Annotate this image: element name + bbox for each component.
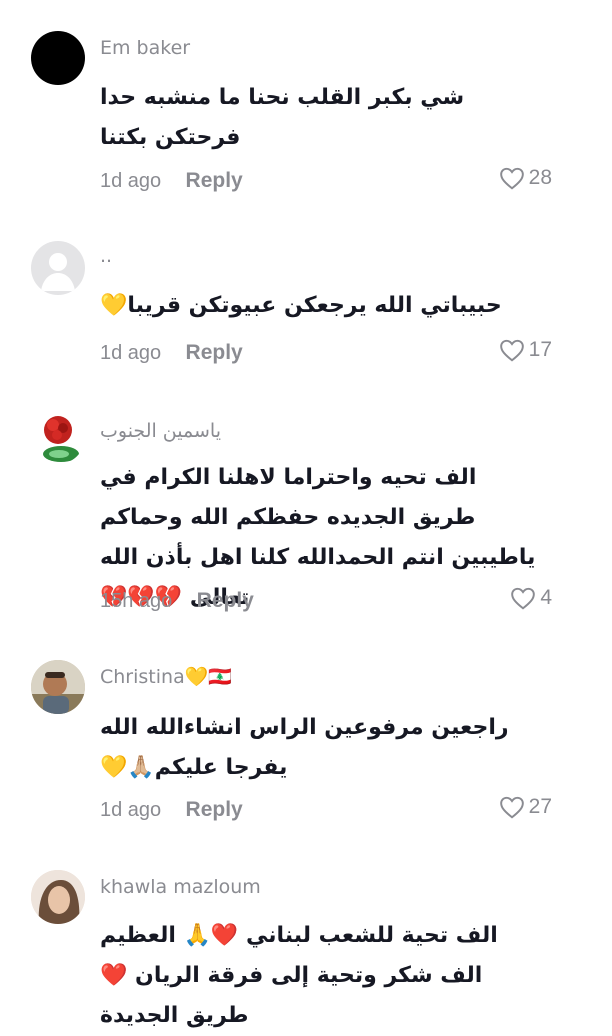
comment-time: 1d ago <box>100 342 162 364</box>
reply-button[interactable]: Reply <box>186 169 243 192</box>
like-count: 4 <box>540 586 552 609</box>
profile-photo-icon <box>31 870 85 924</box>
like-button[interactable]: 28 <box>499 166 552 190</box>
avatar[interactable] <box>31 31 85 85</box>
avatar[interactable] <box>31 241 85 295</box>
default-avatar-icon <box>41 253 75 291</box>
reply-button[interactable]: Reply <box>197 589 254 612</box>
avatar[interactable] <box>31 410 85 464</box>
comment-username[interactable]: Christina💛🇱🇧 <box>100 665 232 688</box>
child-photo-icon <box>31 660 85 714</box>
comment-meta: 1d ago Reply <box>100 340 243 365</box>
comment-username[interactable]: Em baker <box>100 37 190 59</box>
heart-icon <box>499 167 524 190</box>
comment-text: الف تحية للشعب لبناني ❤️🙏 العظيم الف شكر… <box>100 923 498 1028</box>
avatar[interactable] <box>31 660 85 714</box>
reply-button[interactable]: Reply <box>186 341 243 364</box>
like-button[interactable]: 4 <box>510 586 552 610</box>
comment-list: Em baker شي بكبر القلب نحنا ما منشبه حدا… <box>0 0 612 1028</box>
avatar[interactable] <box>31 870 85 924</box>
rose-icon <box>43 416 79 462</box>
comment-meta: 1d ago Reply <box>100 168 243 193</box>
heart-icon <box>499 796 524 819</box>
comment-username[interactable]: .. <box>100 245 112 267</box>
like-button[interactable]: 27 <box>499 795 552 819</box>
comment-username[interactable]: khawla mazloum <box>100 876 261 898</box>
heart-icon <box>499 339 524 362</box>
like-count: 27 <box>528 795 552 818</box>
reply-button[interactable]: Reply <box>186 798 243 821</box>
comment-time: 1d ago <box>100 799 162 821</box>
comment-text: راجعين مرفوعين الراس انشاءالله الله يفرج… <box>100 715 509 780</box>
comment-username[interactable]: ياسمين الجنوب <box>100 420 221 442</box>
comment-time: 15h ago <box>100 590 173 612</box>
like-button[interactable]: 17 <box>499 338 552 362</box>
like-count: 28 <box>528 166 552 189</box>
comment-text: حبيباتي الله يرجعكن عبيوتكن قريبا💛 <box>100 293 502 318</box>
comment-text: شي بكبر القلب نحنا ما منشبه حدا فرحتكن ب… <box>100 85 465 150</box>
comment-time: 1d ago <box>100 170 162 192</box>
comment-meta: 15h ago Reply <box>100 588 254 613</box>
like-count: 17 <box>528 338 552 361</box>
heart-icon <box>511 587 536 610</box>
comment-meta: 1d ago Reply <box>100 797 243 822</box>
